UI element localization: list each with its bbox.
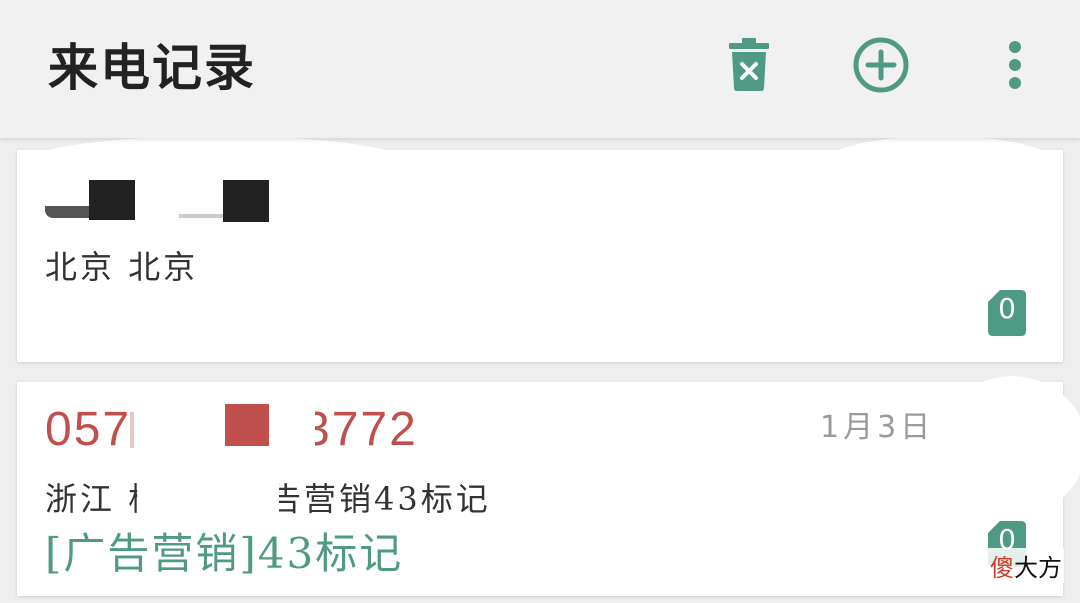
more-vert-icon <box>1009 41 1021 89</box>
watermark-first-char: 傻 <box>990 554 1014 582</box>
mark-tag: [广告营销]43标记 <box>45 529 404 578</box>
sim-slot-number: 0 <box>998 292 1016 325</box>
call-record-item[interactable]: 057 3772 1月3日 浙江 杭 告营销43标记 [广告营销]43标记 0 <box>17 376 1080 596</box>
caller-location-tail: 告营销43标记 <box>269 480 491 518</box>
more-options-button[interactable] <box>980 30 1050 100</box>
caller-location: 浙江 杭 <box>45 480 164 518</box>
redaction-blob <box>937 376 1080 516</box>
caller-number-suffix: 3772 <box>303 403 418 456</box>
app-bar: 来电记录 <box>0 0 1080 138</box>
trash-x-icon <box>729 38 769 91</box>
redaction-blob <box>17 136 417 196</box>
clear-records-button[interactable] <box>714 30 784 100</box>
redacted-number <box>225 404 269 446</box>
watermark: 傻大方 <box>988 548 1064 583</box>
call-record-list: 北京 北京 0 057 3772 1月3日 浙江 杭 告营销43标记 [广告营销… <box>0 136 1080 603</box>
call-date: 1月3日 <box>820 410 935 445</box>
plus-circle-icon <box>853 37 909 93</box>
call-record-item[interactable]: 北京 北京 0 <box>17 136 1063 362</box>
sim-slot-badge: 0 <box>988 290 1026 336</box>
watermark-rest: 大方 <box>1014 554 1062 582</box>
redacted-number <box>179 214 223 218</box>
redacted-number <box>89 180 135 220</box>
redaction-blob <box>817 136 1063 200</box>
caller-location: 北京 北京 <box>45 248 199 286</box>
redacted-number <box>130 412 134 448</box>
page-title: 来电记录 <box>48 38 256 97</box>
add-button[interactable] <box>846 30 916 100</box>
redacted-number <box>223 180 269 222</box>
caller-number-prefix: 057 <box>45 403 132 456</box>
